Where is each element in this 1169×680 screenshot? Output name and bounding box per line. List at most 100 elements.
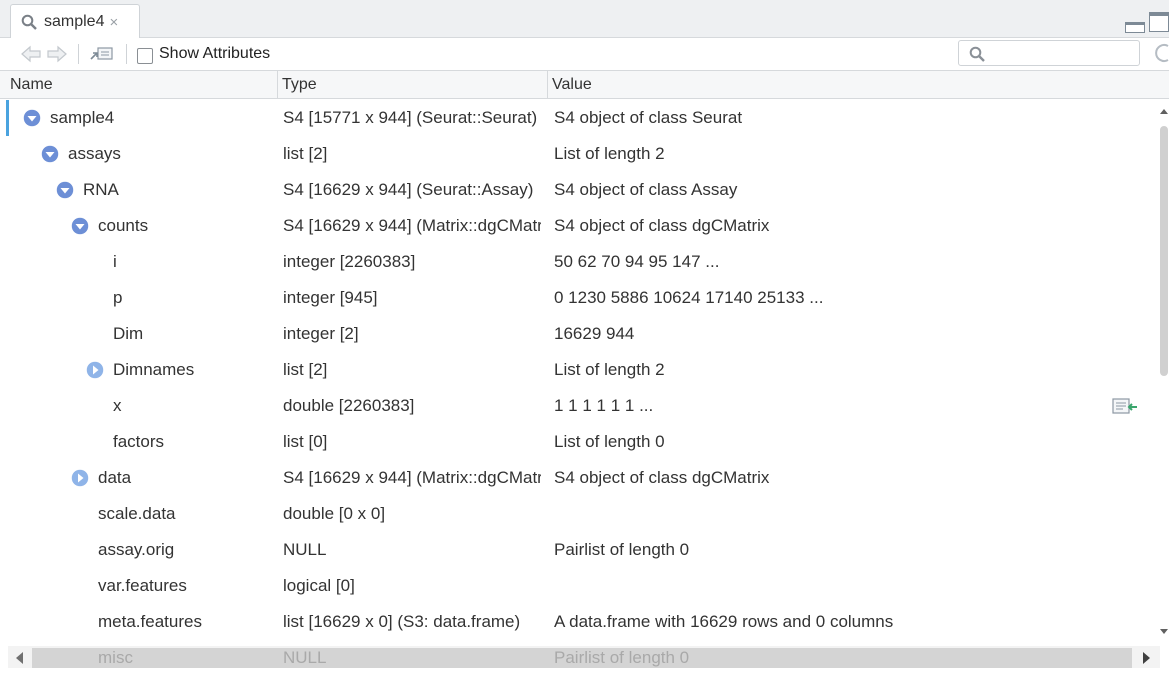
cell-name: meta.features bbox=[0, 604, 276, 640]
tree-row[interactable]: sample4 S4 [15771 x 944] (Seurat::Seurat)… bbox=[0, 100, 1159, 136]
back-arrow-icon[interactable] bbox=[20, 45, 42, 63]
tree-row[interactable]: counts S4 [16629 x 944] (Matrix::dgCMatri… bbox=[0, 208, 1159, 244]
tree-row[interactable]: var.features logical [0] bbox=[0, 568, 1159, 604]
cell-value: List of length 0 bbox=[554, 432, 665, 451]
tab-label: sample4 bbox=[44, 13, 105, 30]
scroll-up-icon[interactable] bbox=[1160, 108, 1168, 116]
cell-value: 50 62 70 94 95 147 ... bbox=[554, 252, 720, 271]
cell-type: list [2] bbox=[283, 144, 328, 163]
cell-name: scale.data bbox=[0, 496, 276, 532]
column-header: Name Type Value bbox=[0, 71, 1169, 99]
cell-name: var.features bbox=[0, 568, 276, 604]
toolbar: Show Attributes bbox=[0, 38, 1169, 71]
search-input[interactable] bbox=[991, 43, 1136, 63]
row-name: data bbox=[98, 468, 132, 487]
cell-value: List of length 2 bbox=[554, 144, 665, 163]
collapse-toggle-icon[interactable] bbox=[71, 217, 89, 235]
partial-row[interactable]: misc NULL Pairlist of length 0 bbox=[0, 648, 1159, 668]
cell-type: NULL bbox=[283, 540, 327, 559]
tree-row[interactable]: meta.features list [16629 x 0] (S3: data.… bbox=[0, 604, 1159, 640]
cell-name: sample4 bbox=[0, 100, 276, 136]
row-name: x bbox=[113, 396, 122, 415]
cell-value: A data.frame with 16629 rows and 0 colum… bbox=[554, 612, 894, 631]
cell-name: data bbox=[0, 460, 276, 496]
refresh-icon[interactable] bbox=[1152, 42, 1169, 64]
cell-type: NULL bbox=[283, 648, 327, 667]
object-tree: sample4 S4 [15771 x 944] (Seurat::Seurat)… bbox=[0, 100, 1159, 640]
cell-name: RNA bbox=[0, 172, 276, 208]
row-name: i bbox=[113, 252, 117, 271]
row-name: sample4 bbox=[50, 108, 115, 127]
cell-type: double [2260383] bbox=[283, 396, 415, 415]
row-name: factors bbox=[113, 432, 165, 451]
row-name: Dimnames bbox=[113, 360, 195, 379]
collapse-toggle-icon[interactable] bbox=[23, 109, 41, 127]
cell-type: integer [945] bbox=[283, 288, 378, 307]
tree-row[interactable]: i integer [2260383] 50 62 70 94 95 147 ... bbox=[0, 244, 1159, 280]
scroll-right-icon[interactable] bbox=[1142, 652, 1151, 664]
tree-row[interactable]: assays list [2] List of length 2 bbox=[0, 136, 1159, 172]
expand-toggle-icon[interactable] bbox=[86, 361, 104, 379]
column-value[interactable]: Value bbox=[547, 71, 1159, 99]
maximize-pane-button[interactable] bbox=[1149, 12, 1169, 32]
cell-type: S4 [16629 x 944] (Matrix::dgCMatrix) bbox=[283, 468, 541, 487]
cell-type: S4 [16629 x 944] (Seurat::Assay) bbox=[283, 180, 534, 199]
forward-arrow-icon[interactable] bbox=[46, 45, 68, 63]
show-attributes-label: Show Attributes bbox=[159, 45, 271, 62]
cell-value bbox=[554, 496, 1154, 532]
row-name: Dim bbox=[113, 324, 144, 343]
cell-type: logical [0] bbox=[283, 576, 355, 595]
tree-row[interactable]: assay.orig NULL Pairlist of length 0 bbox=[0, 532, 1159, 568]
cell-type: list [16629 x 0] (S3: data.frame) bbox=[283, 612, 521, 631]
column-name[interactable]: Name bbox=[6, 71, 277, 99]
cell-value: S4 object of class Seurat bbox=[554, 108, 743, 127]
cell-name: Dimnames bbox=[0, 352, 276, 388]
window-controls bbox=[1125, 12, 1169, 33]
row-name: p bbox=[113, 288, 123, 307]
scroll-down-icon[interactable] bbox=[1160, 627, 1168, 635]
view-data-icon[interactable] bbox=[1112, 397, 1138, 417]
tab-sample4[interactable]: sample4 × bbox=[10, 4, 140, 39]
tree-row[interactable]: scale.data double [0 x 0] bbox=[0, 496, 1159, 532]
tree-row[interactable]: Dimnames list [2] List of length 2 bbox=[0, 352, 1159, 388]
search-box[interactable] bbox=[958, 40, 1140, 66]
toolbar-separator bbox=[126, 44, 127, 64]
cell-name: p bbox=[0, 280, 276, 316]
cell-type: double [0 x 0] bbox=[283, 504, 386, 523]
cell-type: S4 [16629 x 944] (Matrix::dgCMatrix) bbox=[283, 216, 541, 235]
close-icon[interactable]: × bbox=[109, 14, 118, 31]
tree-row[interactable]: x double [2260383] 1 1 1 1 1 1 ... bbox=[0, 388, 1159, 424]
vertical-scrollbar-thumb[interactable] bbox=[1160, 126, 1168, 376]
tree-row[interactable]: factors list [0] List of length 0 bbox=[0, 424, 1159, 460]
row-name: assay.orig bbox=[98, 540, 175, 559]
minimize-pane-button[interactable] bbox=[1125, 22, 1145, 33]
row-name: scale.data bbox=[98, 504, 176, 523]
tree-row[interactable]: RNA S4 [16629 x 944] (Seurat::Assay) S4 ob… bbox=[0, 172, 1159, 208]
cell-value: S4 object of class dgCMatrix bbox=[554, 468, 770, 487]
cell-value: Pairlist of length 0 bbox=[554, 540, 690, 559]
collapse-toggle-icon[interactable] bbox=[56, 181, 74, 199]
cell-name: misc bbox=[98, 648, 133, 667]
column-type[interactable]: Type bbox=[277, 71, 547, 99]
cell-value: S4 object of class Assay bbox=[554, 180, 738, 199]
tree-row[interactable]: data S4 [16629 x 944] (Matrix::dgCMatrix)… bbox=[0, 460, 1159, 496]
cell-value: 1 1 1 1 1 1 ... bbox=[554, 396, 654, 415]
cell-value: Pairlist of length 0 bbox=[554, 648, 690, 667]
row-name: var.features bbox=[98, 576, 187, 595]
cell-name: assays bbox=[0, 136, 276, 172]
tree-row[interactable]: Dim integer [2] 16629 944 bbox=[0, 316, 1159, 352]
collapse-toggle-icon[interactable] bbox=[41, 145, 59, 163]
cell-type: S4 [15771 x 944] (Seurat::Seurat) bbox=[283, 108, 538, 127]
row-name: counts bbox=[98, 216, 149, 235]
show-attributes-checkbox[interactable] bbox=[137, 48, 153, 64]
expand-toggle-icon[interactable] bbox=[71, 469, 89, 487]
show-in-viewer-icon[interactable] bbox=[90, 45, 114, 63]
scroll-left-icon[interactable] bbox=[15, 652, 24, 664]
cell-value: 16629 944 bbox=[554, 324, 635, 343]
cell-name: assay.orig bbox=[0, 532, 276, 568]
row-name: assays bbox=[68, 144, 121, 163]
tree-row[interactable]: p integer [945] 0 1230 5886 10624 17140 25… bbox=[0, 280, 1159, 316]
cell-name: x bbox=[0, 388, 276, 424]
cell-type: integer [2] bbox=[283, 324, 359, 343]
cell-name: counts bbox=[0, 208, 276, 244]
